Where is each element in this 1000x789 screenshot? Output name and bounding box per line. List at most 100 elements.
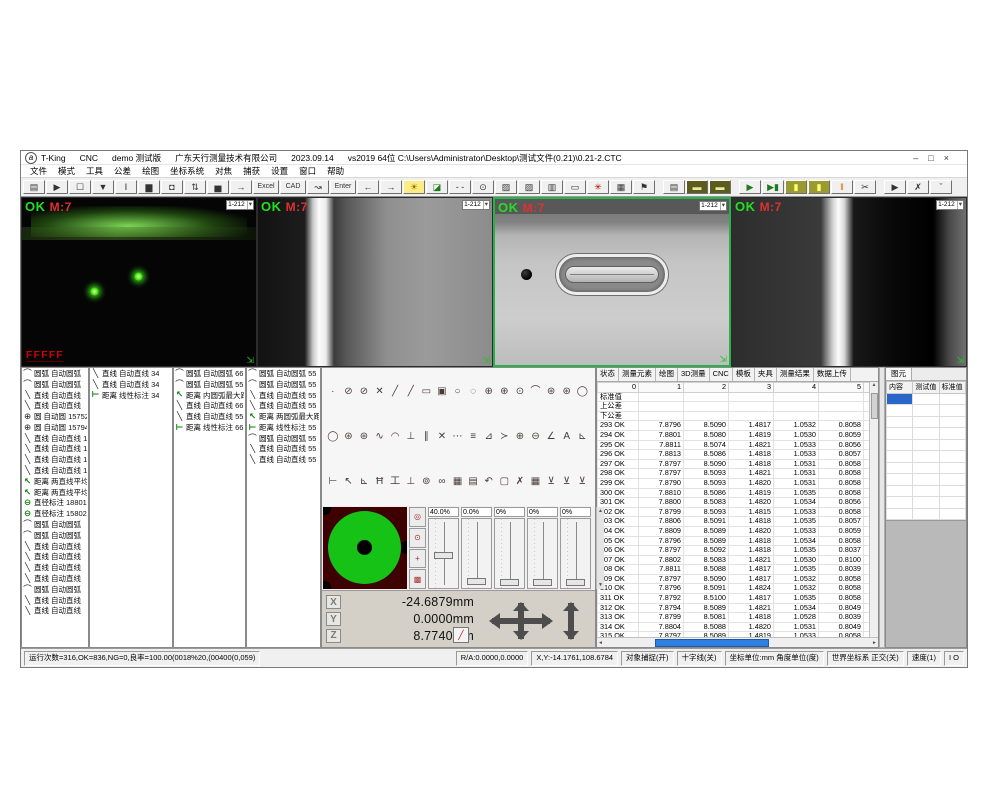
list-item[interactable]: ⌒圆弧自动圆弧 66: [174, 368, 245, 379]
camera-selector[interactable]: 1-212▾: [699, 201, 727, 211]
palette-tool-icon[interactable]: ▣: [434, 385, 450, 399]
scroll-right-icon[interactable]: ►: [872, 640, 877, 646]
vscroll-thumb[interactable]: [871, 393, 878, 419]
palette-tool-icon[interactable]: ↶: [481, 475, 497, 489]
list-item[interactable]: ╲直线自动直线 55: [247, 444, 320, 455]
table-row[interactable]: 304 OK7.88098.50891.48201.05330.80591.09…: [598, 526, 870, 536]
list-item[interactable]: ╲直线自动直线 55: [247, 454, 320, 465]
palette-tool-icon[interactable]: ◯: [325, 430, 341, 444]
palette-tool-icon[interactable]: ◠: [387, 430, 403, 444]
camera-view-1[interactable]: OK M:71-212▾FFFFF⇲: [21, 197, 257, 367]
list-item[interactable]: ╲直线自动直线 34: [90, 379, 172, 390]
block-1-button[interactable]: ▆: [138, 180, 160, 194]
list-item[interactable]: ⌒圆弧自动圆弧 55: [247, 433, 320, 444]
edge-tool-button[interactable]: Ⅰ: [115, 180, 137, 194]
list-item[interactable]: ⊖直径标注15802: [22, 508, 88, 519]
menu-item-2[interactable]: 模式: [58, 165, 75, 177]
save-button[interactable]: ▤: [23, 180, 45, 194]
table-row[interactable]: 301 OK7.88008.50831.48201.05340.80561.09…: [598, 498, 870, 508]
tab-8[interactable]: 测量结果: [777, 368, 814, 381]
tab-3[interactable]: 绘图: [656, 368, 678, 381]
menu-item-11[interactable]: 帮助: [327, 165, 344, 177]
palette-tool-icon[interactable]: ≻: [497, 430, 513, 444]
ring-light-preview[interactable]: [323, 507, 407, 589]
tab-element[interactable]: 图元: [886, 368, 912, 380]
detail-row[interactable]: [887, 439, 966, 451]
camera-resize-icon[interactable]: ⇲: [482, 355, 490, 366]
palette-tool-icon[interactable]: ⊛: [543, 385, 559, 399]
list-item[interactable]: ╲直线自动直线 55: [247, 390, 320, 401]
list-item[interactable]: ╲直线自动直线: [22, 595, 88, 606]
measure-pen-button[interactable]: ↝: [307, 180, 329, 194]
pattern-1-button[interactable]: ▨: [495, 180, 517, 194]
dashes-button[interactable]: - -: [449, 180, 471, 194]
list-item[interactable]: ⌒圆弧自动圆弧 55: [174, 379, 245, 390]
table-row[interactable]: 302 OK7.87998.50931.48151.05330.80581.09…: [598, 507, 870, 517]
tolerance-row[interactable]: 上公差: [598, 402, 870, 412]
palette-tool-icon[interactable]: ╱: [403, 385, 419, 399]
table-row[interactable]: 308 OK7.88118.50881.48171.05350.80391.09…: [598, 565, 870, 575]
list-item[interactable]: ╲直线自动直线 66: [174, 400, 245, 411]
angle-tool-button[interactable]: ╱: [453, 627, 469, 643]
camera-resize-icon[interactable]: ⇲: [719, 354, 727, 365]
camera-view-2[interactable]: OK M:71-212▾⇲: [257, 197, 493, 367]
palette-tool-icon[interactable]: ⊥: [403, 430, 419, 444]
detail-row[interactable]: [887, 405, 966, 417]
tab-6[interactable]: 模板: [733, 368, 755, 381]
grid-button[interactable]: ▦: [610, 180, 632, 194]
image-button[interactable]: ◪: [426, 180, 448, 194]
list-item[interactable]: ⌒圆弧自动圆弧: [22, 368, 88, 379]
palette-tool-icon[interactable]: ⊚: [419, 475, 435, 489]
selected-cell[interactable]: [887, 393, 913, 405]
table-row[interactable]: 314 OK7.88048.50881.48201.05310.80491.09…: [598, 622, 870, 632]
table-horizontal-scrollbar[interactable]: ◄ ►: [597, 637, 878, 647]
palette-tool-icon[interactable]: 工: [387, 475, 403, 489]
list-item[interactable]: ⌒圆弧自动圆弧: [22, 519, 88, 530]
options-scrollbar[interactable]: ▲ ▼: [596, 507, 604, 589]
list-item[interactable]: ⌒圆弧自动圆弧 55: [247, 368, 320, 379]
palette-tool-icon[interactable]: ⊕: [481, 385, 497, 399]
menu-item-8[interactable]: 捕获: [243, 165, 260, 177]
palette-tool-icon[interactable]: ⊘: [356, 385, 372, 399]
list-item[interactable]: ╲直线自动直线: [22, 573, 88, 584]
palette-tool-icon[interactable]: ⊖: [528, 430, 544, 444]
table-row[interactable]: 296 OK7.88138.50861.48181.05330.80571.09…: [598, 450, 870, 460]
menu-item-5[interactable]: 绘图: [142, 165, 159, 177]
palette-tool-icon[interactable]: ▢: [497, 475, 513, 489]
jog-z-icon[interactable]: [568, 603, 574, 639]
olive-1-button[interactable]: ▮: [785, 180, 807, 194]
palette-tool-icon[interactable]: ◌: [465, 385, 481, 399]
detail-row[interactable]: [887, 451, 966, 463]
table-vertical-scrollbar[interactable]: ▲: [869, 382, 878, 637]
jog-vertical-icon[interactable]: [518, 603, 524, 639]
run-button[interactable]: ▶: [739, 180, 761, 194]
slider-thumb[interactable]: [434, 552, 453, 559]
table-row[interactable]: 294 OK7.88018.50801.48191.05300.80591.09…: [598, 430, 870, 440]
list-item[interactable]: ╲直线自动直线: [22, 400, 88, 411]
tab-2[interactable]: 测量元素: [619, 368, 656, 381]
pause-button[interactable]: ‖: [831, 180, 853, 194]
slider-thumb[interactable]: [533, 579, 552, 586]
table-row[interactable]: 293 OK7.87968.50901.48171.05320.80581.09…: [598, 421, 870, 431]
jog-arrows[interactable]: [482, 601, 564, 641]
palette-tool-icon[interactable]: ▦: [528, 475, 544, 489]
dark-2-button[interactable]: ▬: [709, 180, 731, 194]
slider-track[interactable]: [428, 518, 459, 589]
light-button[interactable]: ☀: [403, 180, 425, 194]
slider-track[interactable]: [494, 518, 525, 589]
scroll-up-icon[interactable]: ▲: [598, 507, 603, 516]
block-2-button[interactable]: ▅: [207, 180, 229, 194]
list-item[interactable]: ⊢距离线性标注 55: [247, 422, 320, 433]
list-item[interactable]: ⌒圆弧自动圆弧: [22, 530, 88, 541]
palette-tool-icon[interactable]: ⊻: [559, 475, 575, 489]
palette-tool-icon[interactable]: ⋯: [450, 430, 466, 444]
pattern-2-button[interactable]: ▨: [518, 180, 540, 194]
target-button[interactable]: ✳: [587, 180, 609, 194]
palette-tool-icon[interactable]: ○: [450, 385, 466, 399]
arrow-left-button[interactable]: ←: [357, 180, 379, 194]
panel-button[interactable]: ▤: [663, 180, 685, 194]
frame-button[interactable]: ▭: [564, 180, 586, 194]
palette-tool-icon[interactable]: ⊛: [559, 385, 575, 399]
step-arrow-button[interactable]: →: [230, 180, 252, 194]
ring-light-icon[interactable]: [328, 511, 401, 584]
